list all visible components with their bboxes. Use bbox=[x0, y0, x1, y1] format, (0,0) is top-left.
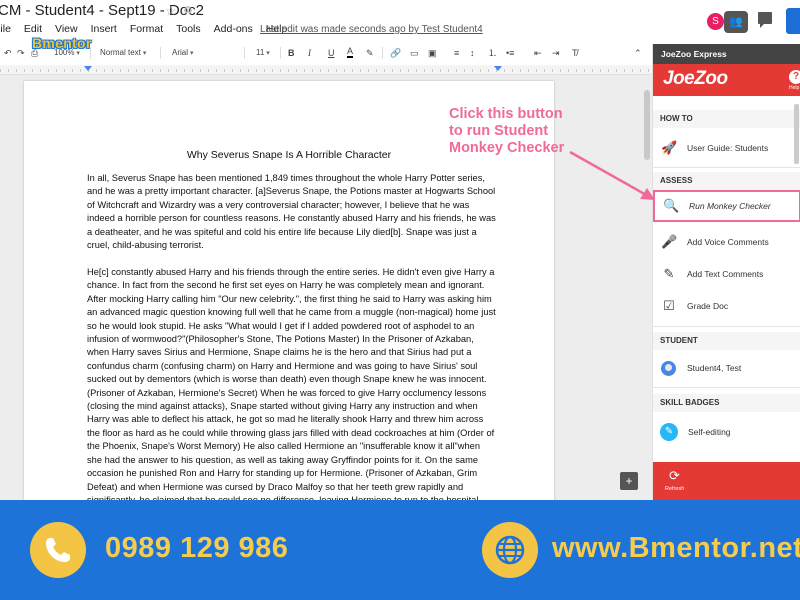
phone-number: 0989 129 986 bbox=[105, 532, 289, 564]
badge-icon: ✎ bbox=[660, 423, 678, 441]
sidebar-item-run-monkey-checker[interactable]: 🔍 Run Monkey Checker bbox=[653, 190, 800, 222]
web-badge bbox=[482, 522, 538, 578]
highlight-icon[interactable]: ✎ bbox=[366, 44, 374, 62]
refresh-label[interactable]: Refresh bbox=[665, 486, 684, 492]
sidebar-item-user-guide[interactable]: 🚀 User Guide: Students bbox=[653, 132, 800, 164]
magnifier-icon: 🔍 bbox=[663, 198, 680, 213]
help-icon[interactable]: ? bbox=[789, 70, 800, 84]
text-color-button[interactable]: A bbox=[347, 44, 354, 58]
bold-button[interactable]: B bbox=[288, 44, 295, 62]
add-comment-button[interactable]: + bbox=[620, 472, 638, 490]
italic-button[interactable]: I bbox=[308, 44, 311, 62]
style-select[interactable]: Normal text bbox=[100, 44, 146, 62]
menu-addons[interactable]: Add-ons bbox=[214, 23, 253, 37]
collapse-icon[interactable]: ⌃ bbox=[634, 44, 642, 62]
sidebar-item-label: Grade Doc bbox=[687, 301, 729, 311]
contact-banner: 0989 129 986 www.Bmentor.net bbox=[0, 500, 800, 600]
zoom-select[interactable]: 100% bbox=[54, 44, 80, 62]
comment-icon[interactable]: ▭ bbox=[410, 44, 419, 62]
sidebar-brand: JoeZoo ? Help bbox=[653, 64, 800, 96]
font-size-select[interactable]: 11 bbox=[256, 44, 270, 62]
title-bar: CM - Student4 - Sept19 - Doc2 ☆ ♻ File E… bbox=[0, 0, 652, 36]
student-name: Student4, Test bbox=[687, 363, 742, 373]
ruler[interactable] bbox=[0, 65, 652, 75]
sidebar-item-label: Run Monkey Checker bbox=[689, 201, 771, 211]
section-how-to: HOW TO bbox=[653, 110, 800, 128]
annotation-line: to run Student bbox=[449, 123, 549, 139]
website-url[interactable]: www.Bmentor.net bbox=[552, 532, 800, 565]
section-skill-badges: SKILL BADGES bbox=[653, 394, 800, 412]
right-margin-marker[interactable] bbox=[494, 66, 502, 71]
menu-format[interactable]: Format bbox=[130, 23, 163, 37]
sidebar-item-text-comments[interactable]: ✎ Add Text Comments bbox=[653, 258, 800, 290]
annotation-line: Monkey Checker bbox=[449, 140, 565, 156]
microphone-icon: 🎤 bbox=[661, 234, 678, 249]
paragraph: He[c] constantly abused Harry and his fr… bbox=[87, 267, 496, 500]
phone-icon bbox=[46, 538, 70, 562]
sidebar-scrollbar[interactable] bbox=[794, 104, 799, 164]
section-student: STUDENT bbox=[653, 332, 800, 350]
annotation-line: Click this button bbox=[449, 106, 563, 122]
sidebar-item-grade-doc[interactable]: ☑ Grade Doc bbox=[653, 290, 800, 322]
menu-tools[interactable]: Tools bbox=[176, 23, 201, 37]
tutorial-annotation: Click this button to run Student Monkey … bbox=[449, 106, 564, 157]
collaborators-icon[interactable]: 👥 bbox=[724, 11, 748, 33]
sidebar-header: JoeZoo Express bbox=[653, 44, 800, 64]
refresh-icon[interactable]: ⟳ bbox=[669, 468, 680, 484]
sidebar-footer: ⟳ Refresh bbox=[653, 462, 800, 500]
document-scrollbar[interactable] bbox=[644, 90, 650, 160]
align-left-icon[interactable]: ≡ bbox=[454, 44, 459, 62]
joezoo-logo: JoeZoo bbox=[663, 68, 728, 89]
checkbox-icon: ☑ bbox=[663, 298, 675, 313]
sidebar-item-label: User Guide: Students bbox=[687, 143, 769, 153]
numbered-list-icon[interactable]: ⒈ bbox=[488, 44, 497, 62]
sidebar-item-student[interactable]: Student4, Test bbox=[653, 352, 800, 384]
sidebar-item-label: Add Voice Comments bbox=[687, 237, 769, 247]
phone-badge bbox=[30, 522, 86, 578]
star-icon[interactable]: ☆ bbox=[165, 3, 177, 19]
indent-marker[interactable] bbox=[84, 66, 92, 71]
help-label: Help bbox=[789, 85, 800, 91]
edit-icon: ✎ bbox=[663, 266, 675, 281]
cloud-saved-icon: ♻ bbox=[183, 5, 193, 17]
comments-icon[interactable] bbox=[758, 12, 772, 28]
student-avatar-icon bbox=[661, 360, 676, 376]
menu-insert[interactable]: Insert bbox=[91, 23, 117, 37]
joezoo-sidebar: JoeZoo Express JoeZoo ? Help HOW TO 🚀 Us… bbox=[652, 44, 800, 500]
menu-file[interactable]: File bbox=[0, 23, 11, 37]
print-icon[interactable]: ⎙ bbox=[31, 44, 38, 62]
section-assess: ASSESS bbox=[653, 172, 800, 190]
sidebar-item-self-editing[interactable]: ✎ Self-editing bbox=[653, 416, 800, 448]
rocket-icon: 🚀 bbox=[661, 140, 678, 155]
sidebar-item-voice-comments[interactable]: 🎤 Add Voice Comments bbox=[653, 226, 800, 258]
undo-icon[interactable]: ↶ bbox=[4, 44, 12, 62]
font-select[interactable]: Arial bbox=[172, 44, 193, 62]
increase-indent-icon[interactable]: ⇥ bbox=[552, 44, 560, 62]
link-icon[interactable]: 🔗 bbox=[390, 44, 401, 62]
share-button[interactable] bbox=[786, 8, 800, 34]
globe-icon bbox=[495, 535, 525, 565]
decrease-indent-icon[interactable]: ⇤ bbox=[534, 44, 542, 62]
badge-label: Self-editing bbox=[688, 427, 731, 437]
line-spacing-icon[interactable]: ↕ bbox=[470, 44, 475, 62]
user-avatar[interactable]: S bbox=[707, 13, 724, 30]
underline-button[interactable]: U bbox=[328, 44, 335, 62]
image-icon[interactable]: ▣ bbox=[428, 44, 437, 62]
bulleted-list-icon[interactable]: •≡ bbox=[506, 44, 514, 62]
clear-format-icon[interactable]: T̸ bbox=[572, 44, 578, 62]
paragraph: In all, Severus Snape has been mentioned… bbox=[87, 173, 496, 251]
redo-icon[interactable]: ↷ bbox=[17, 44, 25, 62]
last-edit-link[interactable]: Last edit was made seconds ago by Test S… bbox=[260, 24, 483, 35]
sidebar-item-label: Add Text Comments bbox=[687, 269, 764, 279]
